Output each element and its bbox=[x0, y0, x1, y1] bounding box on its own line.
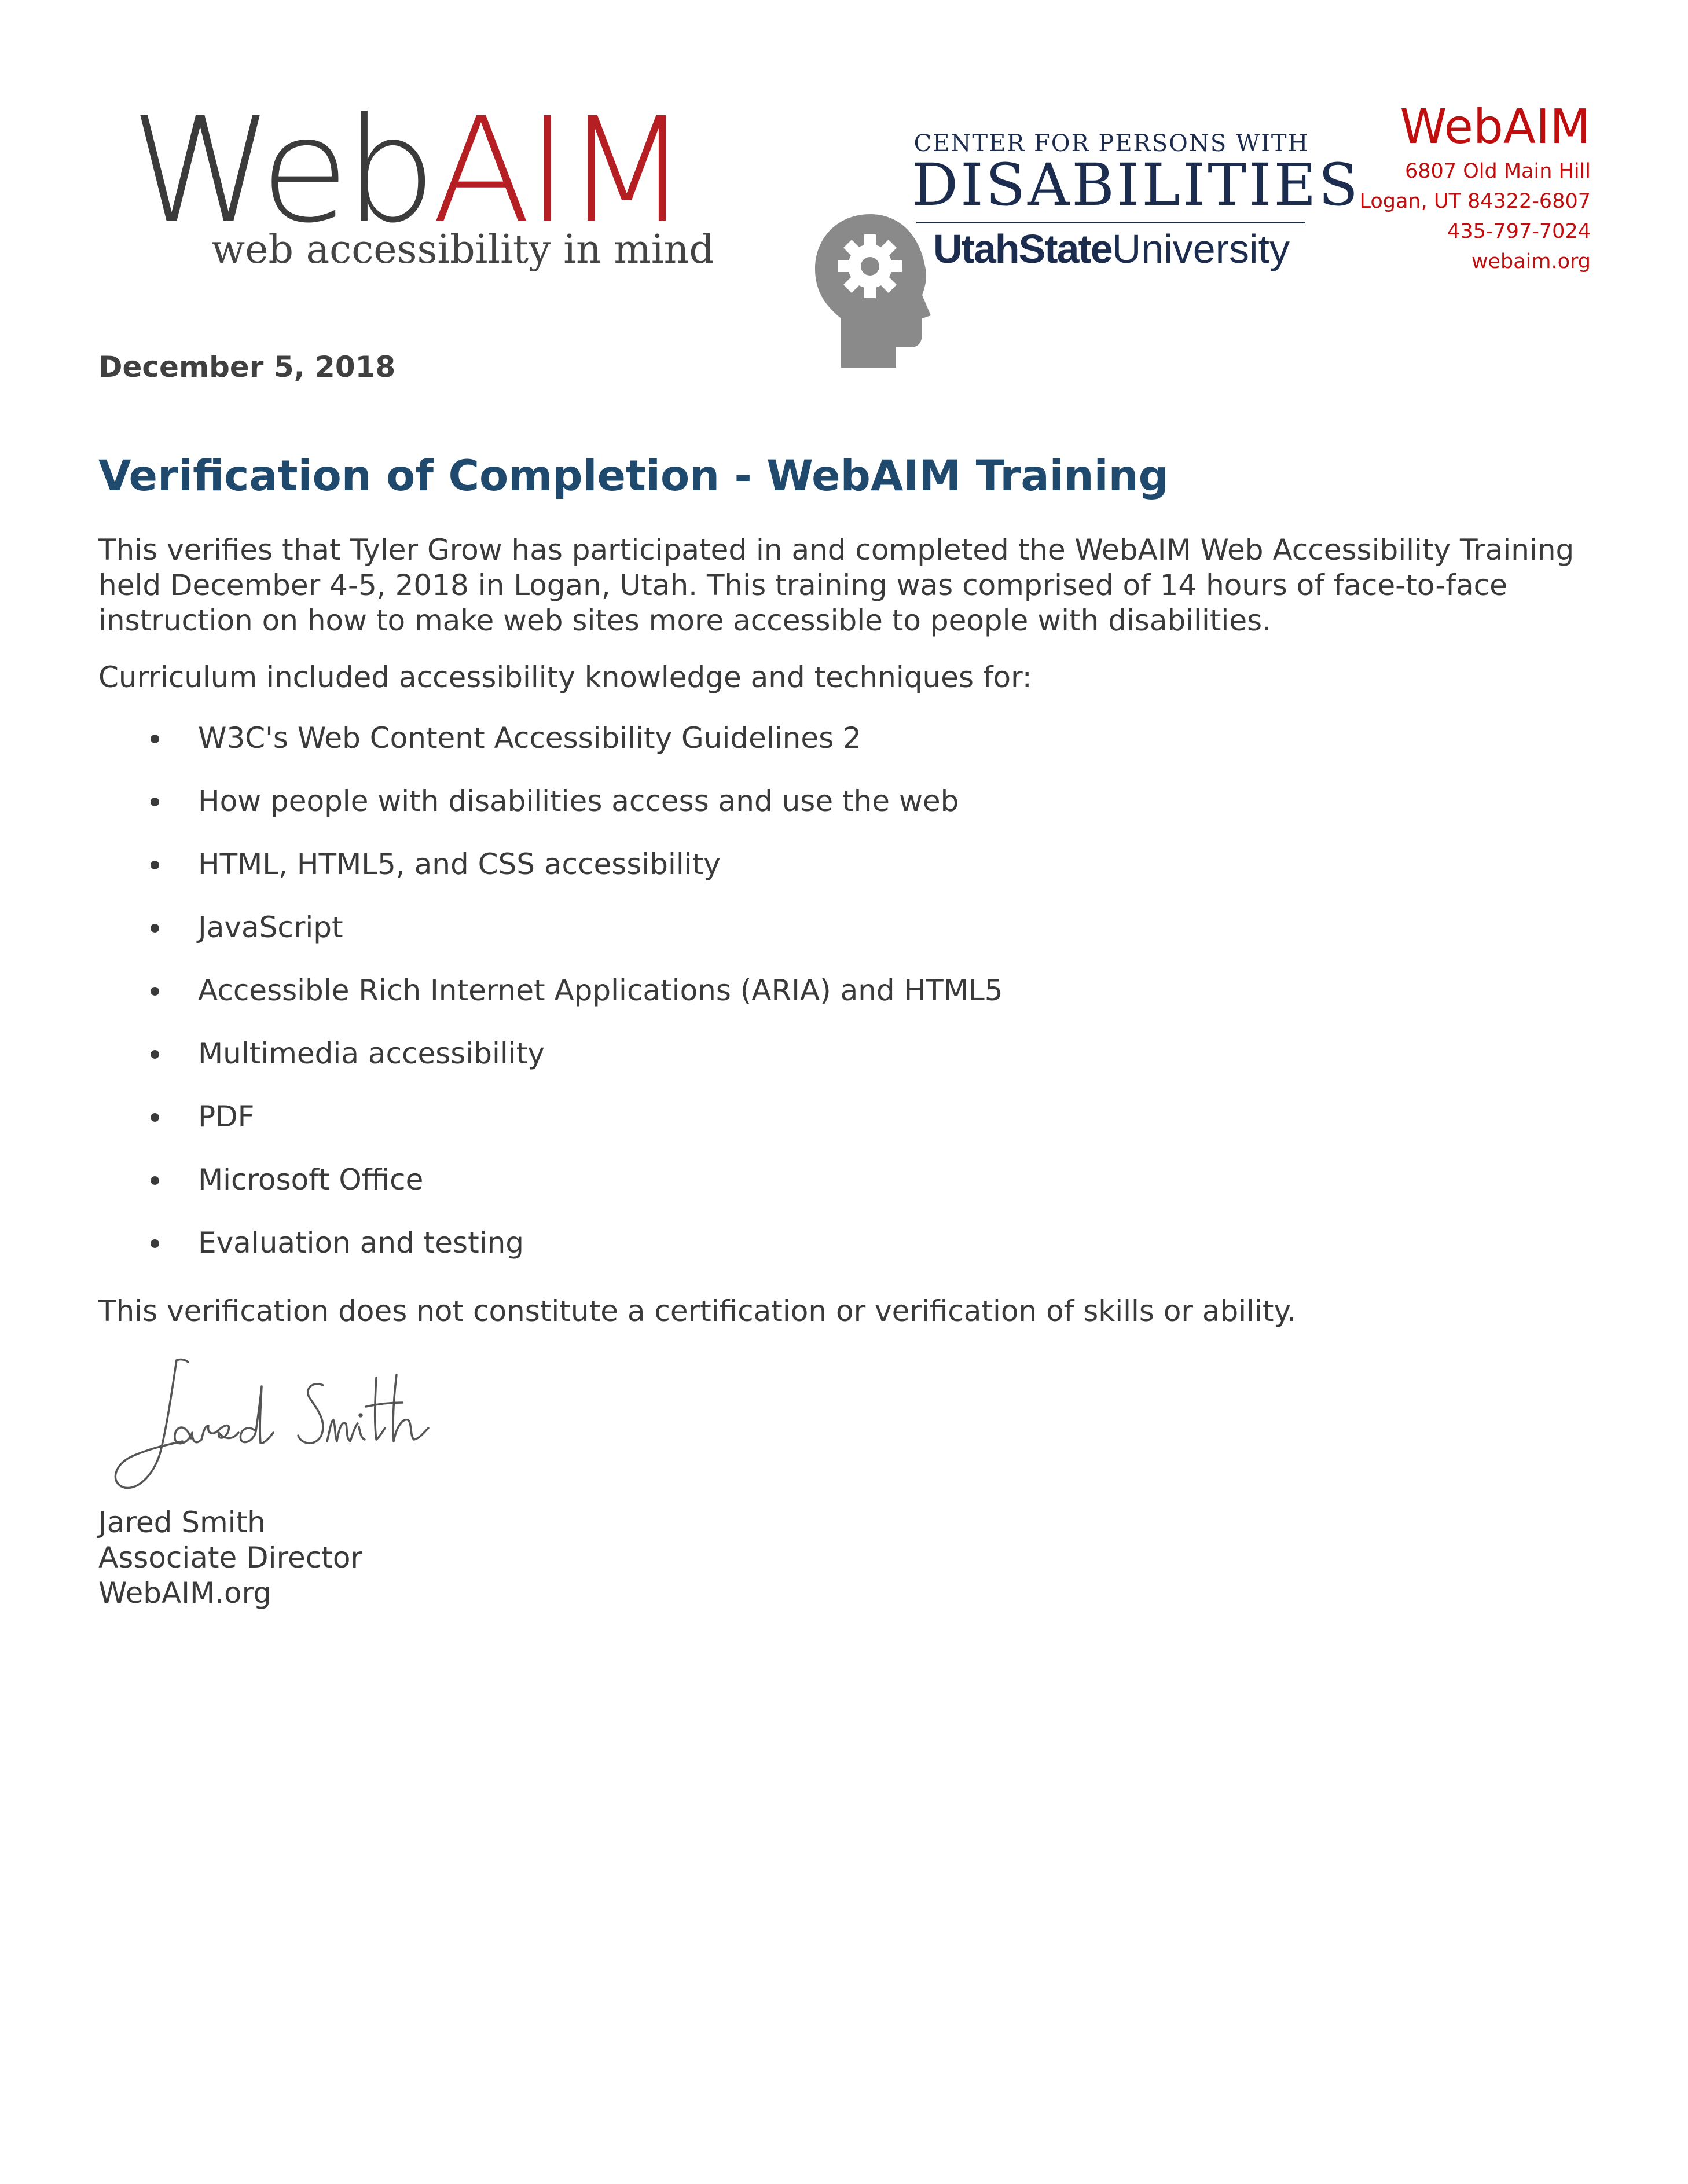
webaim-logo: WebAIM web accessibility in mind bbox=[130, 98, 931, 368]
webaim-wordmark: WebAIM bbox=[130, 98, 689, 243]
address-phone: 435-797-7024 bbox=[1447, 220, 1591, 243]
list-item: Multimedia accessibility bbox=[98, 1036, 1003, 1099]
address-name: WebAIM bbox=[1400, 100, 1591, 155]
list-item: W3C's Web Content Accessibility Guidelin… bbox=[98, 721, 1003, 784]
address-site: webaim.org bbox=[1471, 250, 1591, 273]
disclaimer: This verification does not constitute a … bbox=[98, 1294, 1296, 1328]
signer-role: Associate Director bbox=[98, 1541, 363, 1574]
topic-text: W3C's Web Content Accessibility Guidelin… bbox=[198, 721, 861, 755]
list-item: Evaluation and testing bbox=[98, 1225, 1003, 1289]
letter-title: Verification of Completion - WebAIM Trai… bbox=[98, 452, 1169, 501]
topic-text: Evaluation and testing bbox=[198, 1226, 524, 1260]
topic-text: HTML, HTML5, and CSS accessibility bbox=[198, 847, 721, 881]
cpd-line2: DISABILITIES bbox=[912, 151, 1361, 219]
bullet-icon bbox=[151, 1239, 159, 1248]
topic-text: Multimedia accessibility bbox=[198, 1037, 545, 1070]
topic-text: PDF bbox=[198, 1100, 255, 1133]
cpd-divider bbox=[916, 222, 1305, 223]
bullet-icon bbox=[151, 1113, 159, 1122]
bullet-icon bbox=[151, 1176, 159, 1185]
usu-bold: UtahState bbox=[933, 226, 1113, 271]
signer-name: Jared Smith bbox=[98, 1506, 266, 1539]
topic-text: JavaScript bbox=[198, 911, 343, 944]
list-item: Accessible Rich Internet Applications (A… bbox=[98, 973, 1003, 1036]
cpd-usu-logo: CENTER FOR PERSONS WITH DISABILITIES Uta… bbox=[912, 130, 1361, 275]
list-item: Microsoft Office bbox=[98, 1162, 1003, 1225]
address-block: WebAIM 6807 Old Main Hill Logan, UT 8432… bbox=[1359, 98, 1591, 277]
letter-date: December 5, 2018 bbox=[98, 350, 396, 384]
list-item: JavaScript bbox=[98, 910, 1003, 973]
curriculum-list: W3C's Web Content Accessibility Guidelin… bbox=[98, 721, 1003, 1289]
list-item: HTML, HTML5, and CSS accessibility bbox=[98, 847, 1003, 910]
address-city: Logan, UT 84322-6807 bbox=[1359, 190, 1591, 213]
list-item: PDF bbox=[98, 1099, 1003, 1162]
verification-letter: WebAIM web accessibility in mind CENTER … bbox=[0, 0, 1688, 2184]
bullet-icon bbox=[151, 1050, 159, 1059]
bullet-icon bbox=[151, 798, 159, 806]
signer-org: WebAIM.org bbox=[98, 1576, 271, 1610]
usu-regular: University bbox=[1111, 226, 1290, 271]
address-street: 6807 Old Main Hill bbox=[1405, 160, 1591, 183]
bullet-icon bbox=[151, 861, 159, 869]
topic-text: Microsoft Office bbox=[198, 1163, 424, 1196]
bullet-icon bbox=[151, 987, 159, 996]
signature-icon bbox=[114, 1358, 430, 1489]
webaim-tagline: web accessibility in mind bbox=[211, 227, 714, 273]
topic-text: How people with disabilities access and … bbox=[198, 784, 959, 818]
intro-paragraph: This verifies that Tyler Grow has partic… bbox=[98, 533, 1575, 637]
list-item: How people with disabilities access and … bbox=[98, 784, 1003, 847]
bullet-icon bbox=[151, 924, 159, 933]
curriculum-intro: Curriculum included accessibility knowle… bbox=[98, 660, 1032, 694]
usu-wordmark: UtahStateUniversity bbox=[912, 226, 1311, 272]
signer-block: Jared Smith Associate Director WebAIM.or… bbox=[98, 1505, 362, 1611]
bullet-icon bbox=[151, 735, 159, 743]
topic-text: Accessible Rich Internet Applications (A… bbox=[198, 974, 1003, 1007]
